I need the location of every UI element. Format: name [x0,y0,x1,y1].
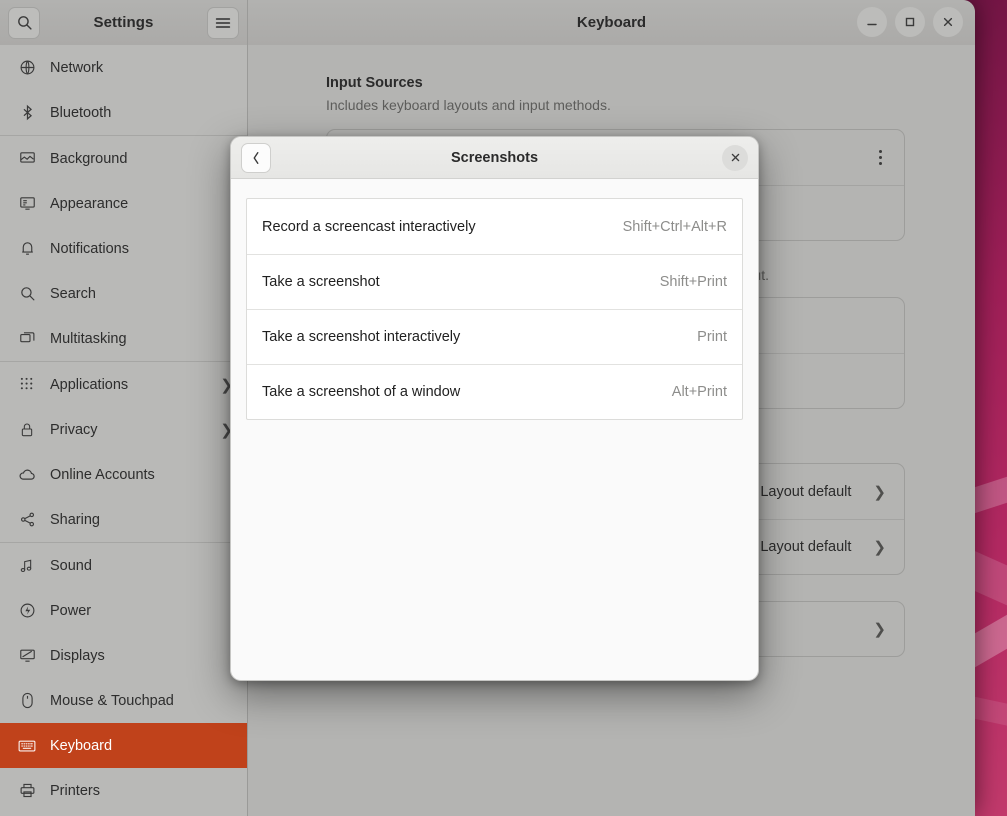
sidebar-item-multitasking[interactable]: Multitasking [0,316,247,361]
hamburger-menu-icon[interactable] [207,7,239,39]
shortcut-accelerator: Shift+Ctrl+Alt+R [623,219,727,235]
minimize-icon[interactable] [857,7,887,37]
shortcut-name: Record a screencast interactively [262,219,623,235]
sidebar-item-power[interactable]: Power [0,588,247,633]
bell-icon [18,240,36,258]
sidebar-item-label: Multitasking [50,331,233,347]
sidebar-item-printers[interactable]: Printers [0,768,247,813]
page-title: Keyboard [577,14,646,31]
shortcut-name: Take a screenshot interactively [262,329,697,345]
sidebar-item-appearance[interactable]: Appearance [0,181,247,226]
chevron-right-icon: ❯ [873,620,886,638]
screenshots-dialog: Screenshots Record a screencast interact… [230,136,759,681]
appearance-icon [18,195,36,213]
shortcut-name: Take a screenshot of a window [262,384,672,400]
globe-icon [18,59,36,77]
sidebar-item-label: Notifications [50,241,233,257]
sidebar-item-label: Mouse & Touchpad [50,693,233,709]
apps-grid-icon [18,376,36,394]
row-value: Layout default [760,539,851,555]
chevron-right-icon: ❯ [873,538,886,556]
shortcut-list: Record a screencast interactively Shift+… [246,198,743,420]
sidebar-item-label: Network [50,60,233,76]
search-icon[interactable] [8,7,40,39]
list-item[interactable]: Take a screenshot Shift+Print [247,254,742,309]
app-title: Settings [94,14,154,31]
display-icon [18,647,36,665]
maximize-icon[interactable] [895,7,925,37]
multitasking-icon [18,330,36,348]
sidebar-item-label: Privacy [50,422,206,438]
sidebar-item-online-accounts[interactable]: Online Accounts [0,452,247,497]
close-icon[interactable] [933,7,963,37]
sidebar-item-label: Sound [50,558,233,574]
printer-icon [18,782,36,800]
input-sources-title: Input Sources [326,75,905,91]
search-icon [18,285,36,303]
sidebar-item-sound[interactable]: Sound [0,543,247,588]
sidebar-item-sharing[interactable]: Sharing [0,497,247,542]
sidebar-item-displays[interactable]: Displays [0,633,247,678]
sidebar-item-mouse-touchpad[interactable]: Mouse & Touchpad [0,678,247,723]
bluetooth-icon [18,104,36,122]
content-headerbar: Keyboard [248,0,975,45]
mouse-icon [18,692,36,710]
sidebar-item-label: Keyboard [50,738,233,754]
shortcut-name: Take a screenshot [262,274,660,290]
sidebar-item-keyboard[interactable]: Keyboard [0,723,247,768]
sidebar-item-notifications[interactable]: Notifications [0,226,247,271]
row-value: Layout default [760,484,851,500]
sidebar-item-background[interactable]: Background [0,136,247,181]
cloud-icon [18,466,36,484]
sidebar-item-label: Online Accounts [50,467,233,483]
power-icon [18,602,36,620]
shortcut-accelerator: Shift+Print [660,274,727,290]
dialog-body: Record a screencast interactively Shift+… [231,179,758,420]
dialog-title: Screenshots [231,150,758,166]
list-item[interactable]: Take a screenshot of a window Alt+Print [247,364,742,419]
list-item[interactable]: Take a screenshot interactively Print [247,309,742,364]
sidebar-nav[interactable]: Network Bluetooth Background Appearance [0,45,248,816]
sidebar-item-privacy[interactable]: Privacy ❯ [0,407,247,452]
sidebar-item-search[interactable]: Search [0,271,247,316]
sidebar-item-label: Sharing [50,512,233,528]
sidebar-item-applications[interactable]: Applications ❯ [0,362,247,407]
shortcut-accelerator: Alt+Print [672,384,727,400]
keyboard-icon [18,737,36,755]
sidebar-item-label: Appearance [50,196,233,212]
list-item[interactable]: Record a screencast interactively Shift+… [247,199,742,254]
dialog-headerbar: Screenshots [231,137,758,179]
input-sources-subtitle: Includes keyboard layouts and input meth… [326,97,905,113]
window-controls [857,7,963,37]
wallpaper-icon [18,150,36,168]
sidebar-item-network[interactable]: Network [0,45,247,90]
close-icon[interactable] [722,145,748,171]
chevron-right-icon: ❯ [873,483,886,501]
sidebar-item-label: Background [50,151,233,167]
sidebar-item-bluetooth[interactable]: Bluetooth [0,90,247,135]
sidebar-item-label: Search [50,286,233,302]
sidebar-item-label: Bluetooth [50,105,233,121]
sidebar-item-label: Power [50,603,233,619]
share-icon [18,511,36,529]
chevron-left-icon[interactable] [241,143,271,173]
sidebar-item-label: Displays [50,648,233,664]
music-note-icon [18,557,36,575]
lock-icon [18,421,36,439]
shortcut-accelerator: Print [697,329,727,345]
overflow-menu-icon[interactable] [875,146,886,169]
sidebar-headerbar: Settings [0,0,248,45]
sidebar-item-label: Printers [50,783,233,799]
sidebar-item-label: Applications [50,377,206,393]
